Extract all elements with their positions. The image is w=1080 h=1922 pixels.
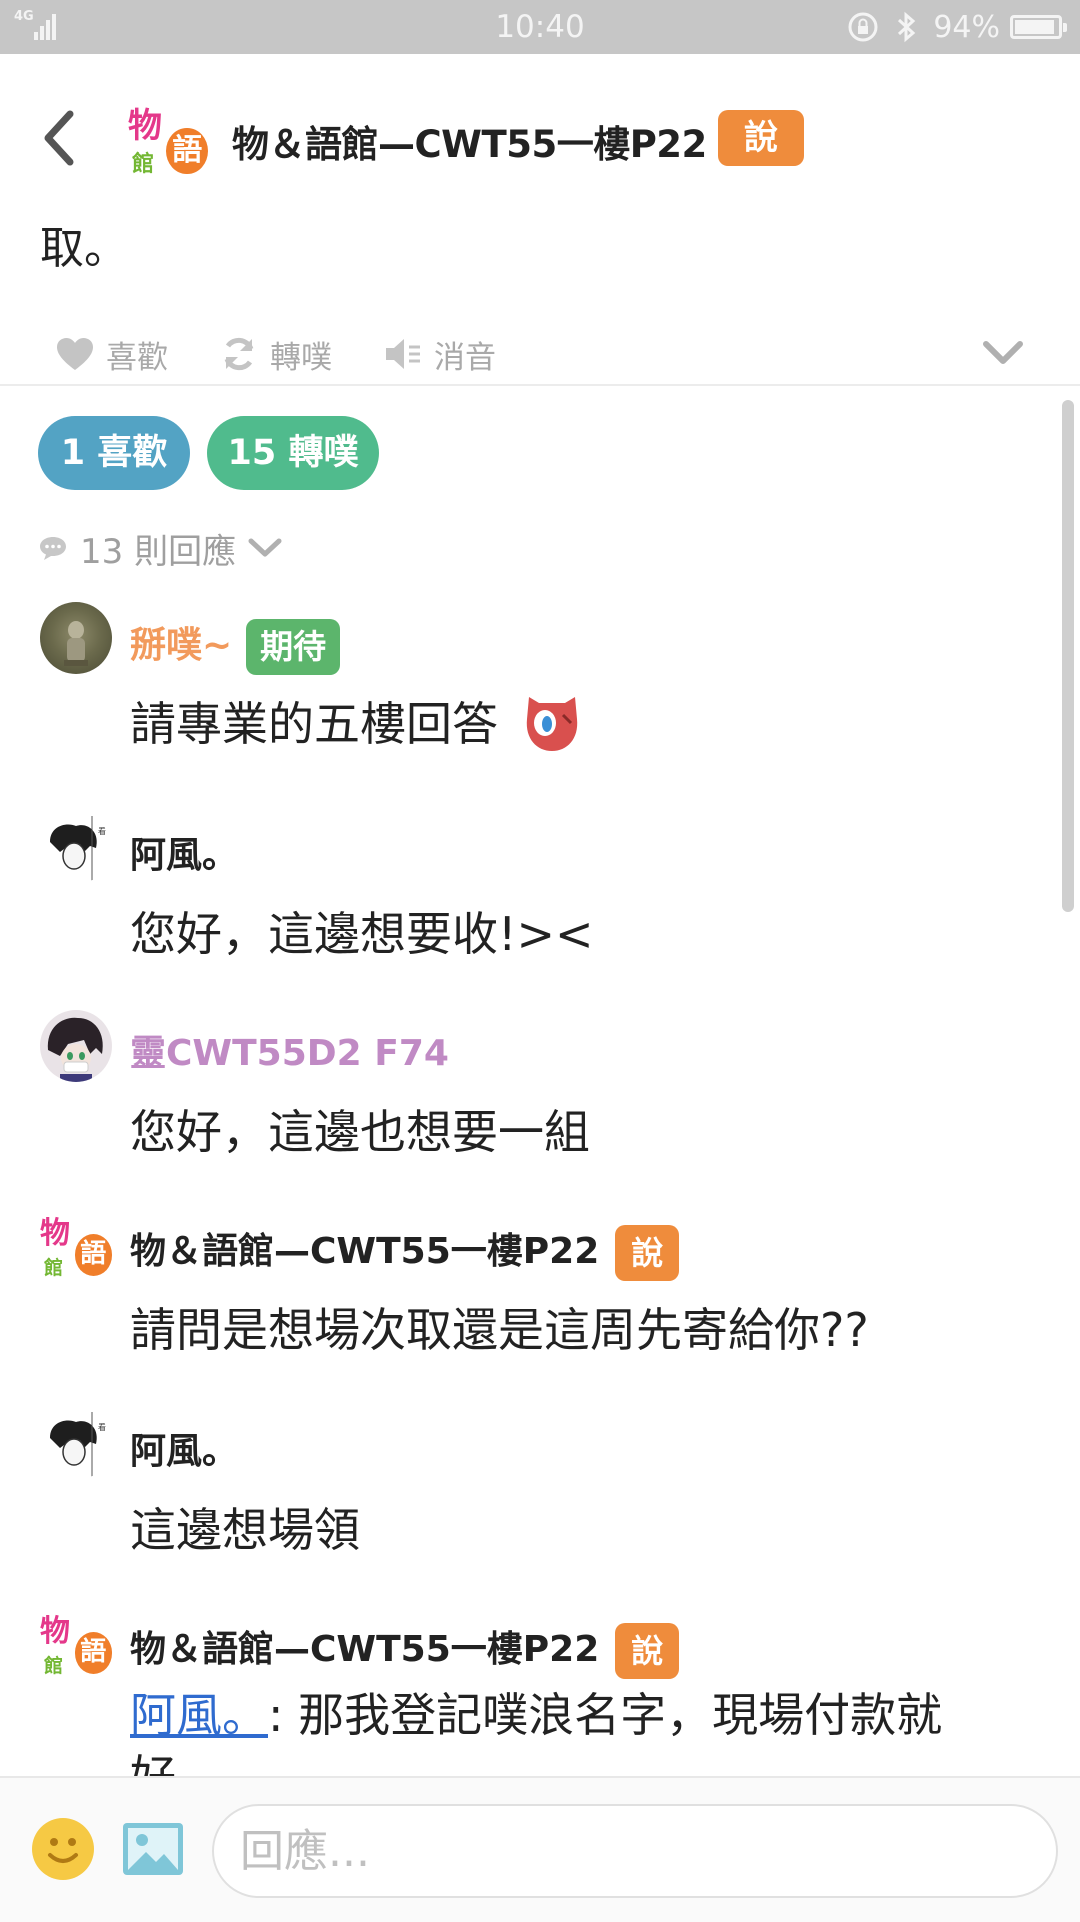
like-button[interactable]: 喜歡 xyxy=(56,324,168,384)
avatar[interactable] xyxy=(40,1010,112,1082)
replurks-count-button[interactable]: 15 轉噗 xyxy=(207,416,379,490)
response-author[interactable]: 阿風。 xyxy=(130,826,238,878)
scrollbar[interactable] xyxy=(1062,400,1074,912)
like-label: 喜歡 xyxy=(106,339,168,376)
plurker-avatar[interactable]: 物語館 xyxy=(128,98,208,178)
plurk-header: 物語館 物＆語館—CWT55一樓P22 說 取。 喜歡 轉噗 消音 xyxy=(0,0,1080,376)
refresh-icon xyxy=(224,337,254,371)
avatar[interactable]: 物語館 xyxy=(40,1606,112,1678)
response-text: 請專業的五樓回答 xyxy=(130,688,585,754)
response-author[interactable]: 物＆語館—CWT55一樓P22 說 xyxy=(130,1222,680,1281)
response-author[interactable]: 靈CWT55D2 F74 xyxy=(130,1024,449,1076)
plurk-content: 取。 xyxy=(40,223,128,274)
avatar[interactable] xyxy=(40,602,112,674)
plurker-name[interactable]: 物＆語館—CWT55一樓P22 xyxy=(232,114,707,168)
avatar[interactable]: 物語館 xyxy=(40,1208,112,1280)
image-icon[interactable] xyxy=(122,1822,184,1876)
svg-text:看: 看 xyxy=(98,827,106,836)
speech-bubble-icon xyxy=(40,537,66,560)
response-text: 這邊想場領 xyxy=(130,1503,360,1557)
mute-label: 消音 xyxy=(434,339,496,376)
svg-text:看: 看 xyxy=(98,1423,106,1432)
likes-count-button[interactable]: 1 喜歡 xyxy=(38,416,190,490)
chevron-down-icon[interactable] xyxy=(982,338,1024,368)
replurk-button[interactable]: 轉噗 xyxy=(220,324,332,384)
response-text: 您好，這邊也想要一組 xyxy=(130,1105,590,1159)
plurk-actions: 喜歡 轉噗 消音 xyxy=(0,324,1080,384)
avatar[interactable]: 看 xyxy=(40,812,112,884)
avatar[interactable]: 看 xyxy=(40,1408,112,1480)
speaker-mute-icon xyxy=(386,339,420,369)
response-author[interactable]: 阿風。 xyxy=(130,1422,238,1474)
response-text: 請問是想場次取還是這周先寄給你?? xyxy=(130,1303,869,1357)
responses-count[interactable]: 13 則回應 xyxy=(38,526,282,572)
header-divider xyxy=(0,384,1080,386)
response-author[interactable]: 物＆語館—CWT55一樓P22 說 xyxy=(130,1620,680,1679)
response-text: 您好，這邊想要收!>< xyxy=(130,907,594,961)
mute-button[interactable]: 消音 xyxy=(384,324,496,384)
qualifier-badge: 說 xyxy=(718,110,804,166)
reply-input[interactable] xyxy=(212,1804,1058,1898)
smiley-icon[interactable] xyxy=(32,1818,94,1880)
mention-link[interactable]: 阿風。 xyxy=(130,1688,268,1742)
responses-count-label: 13 則回應 xyxy=(80,531,237,572)
qualifier-badge: 說 xyxy=(615,1623,680,1679)
response-author[interactable]: 掰噗~ 期待 xyxy=(130,616,341,675)
chevron-left-icon[interactable] xyxy=(38,108,82,168)
heart-icon xyxy=(57,338,93,370)
emoticon-icon xyxy=(526,697,577,751)
reply-bar xyxy=(0,1776,1080,1922)
qualifier-badge: 期待 xyxy=(246,619,341,675)
replurk-label: 轉噗 xyxy=(270,339,332,376)
qualifier-badge: 說 xyxy=(615,1225,680,1281)
chevron-down-icon xyxy=(248,538,282,557)
